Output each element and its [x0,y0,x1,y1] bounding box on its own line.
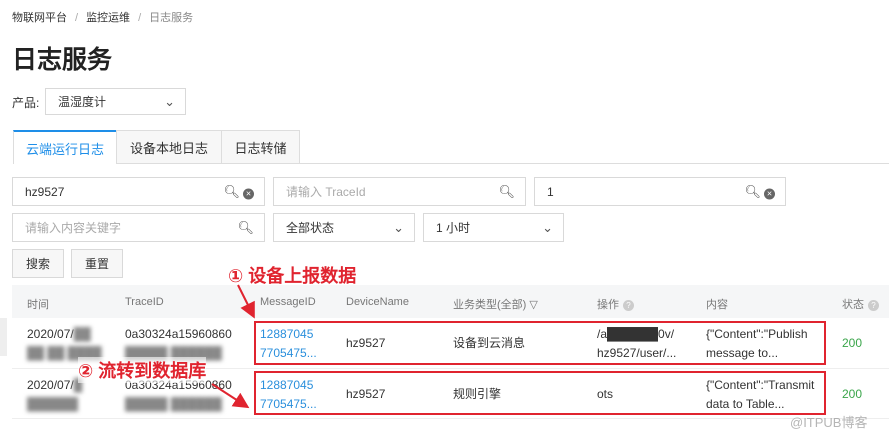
watermark: @ITPUB博客 [790,415,868,430]
annotation-arrows [211,284,255,409]
arrow-2 [211,383,250,409]
arrow-1 [237,284,255,319]
